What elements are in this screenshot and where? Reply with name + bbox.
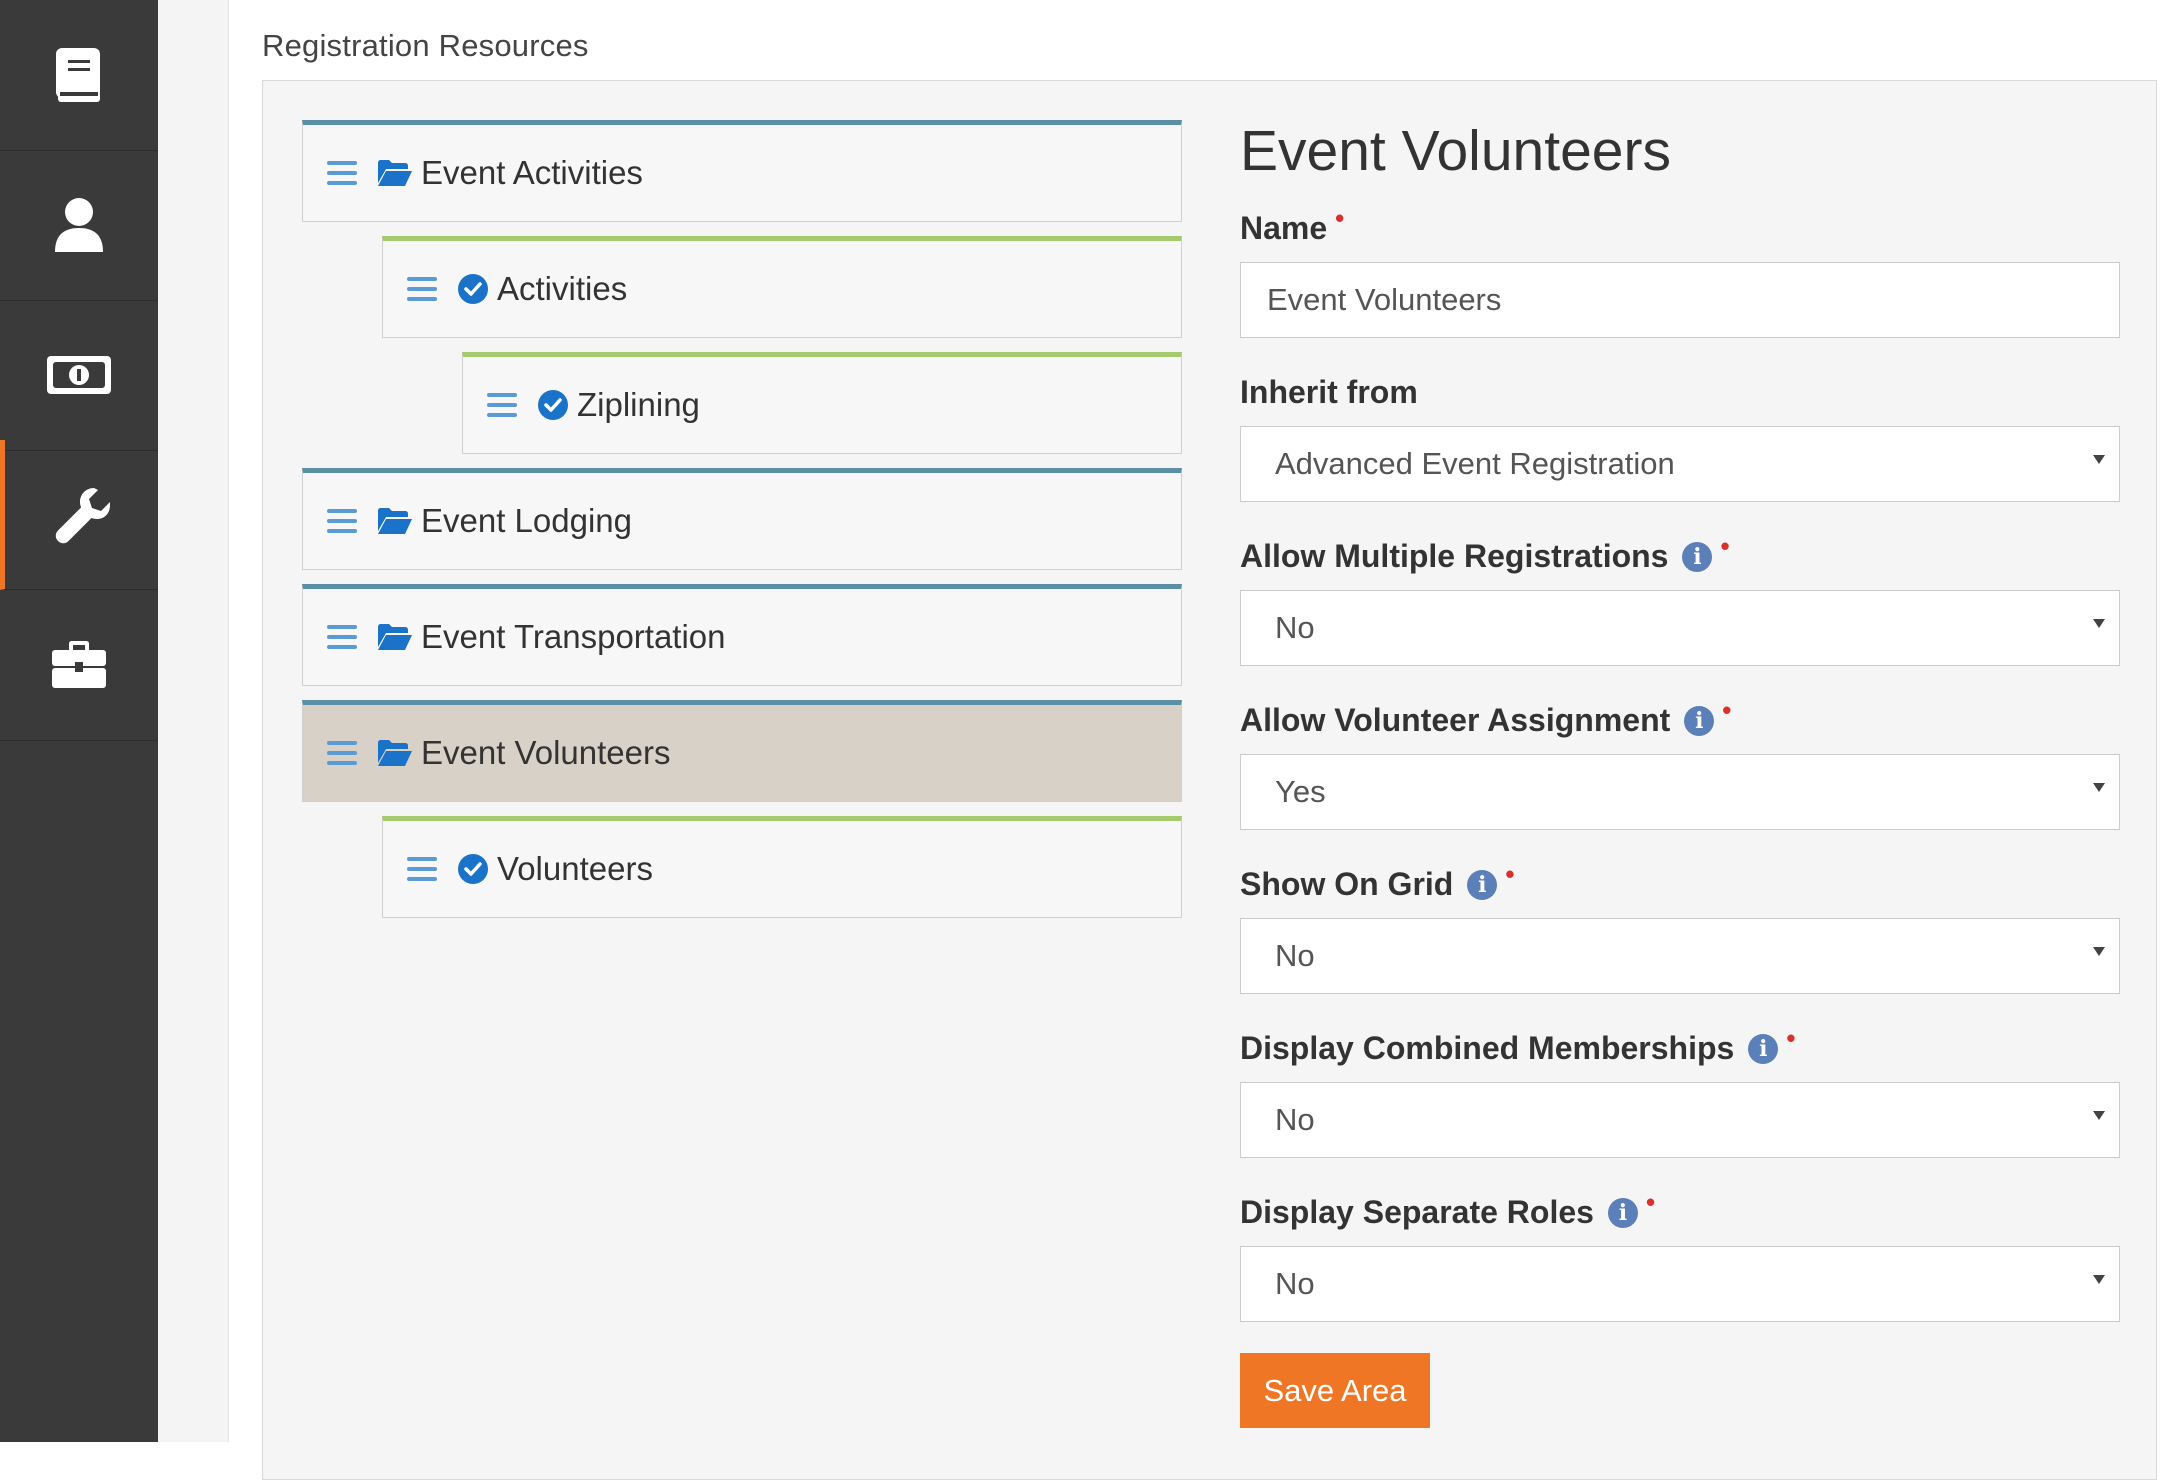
name-label: Name •: [1240, 203, 1344, 247]
tree-node-label: Event Transportation: [421, 618, 726, 655]
tree-node-ziplining[interactable]: Ziplining: [462, 352, 1182, 454]
allow-multiple-label-text: Allow Multiple Registrations: [1240, 538, 1669, 574]
check-circle-icon: [457, 273, 489, 305]
drag-handle-icon[interactable]: [407, 857, 437, 881]
drag-handle-icon[interactable]: [327, 625, 357, 649]
required-indicator: •: [1645, 1187, 1656, 1217]
sidebar-item-book[interactable]: [0, 0, 158, 151]
sidebar-item-people[interactable]: [0, 150, 158, 301]
inherit-from-value: Advanced Event Registration: [1275, 446, 1675, 481]
section-title: Registration Resources: [262, 28, 589, 63]
combined-memberships-label-text: Display Combined Memberships: [1240, 1030, 1735, 1066]
caret-down-icon: [2093, 455, 2105, 464]
required-indicator: •: [1722, 695, 1732, 725]
folder-open-icon: [377, 739, 413, 767]
info-icon[interactable]: i: [1684, 705, 1715, 736]
allow-multiple-value: No: [1275, 610, 1315, 645]
form-title: Event Volunteers: [1240, 119, 1671, 183]
caret-down-icon: [2093, 947, 2105, 956]
check-circle-icon: [537, 389, 569, 421]
sidebar-item-jobs[interactable]: [0, 590, 158, 741]
info-icon[interactable]: i: [1682, 541, 1713, 572]
tree-node-label: Ziplining: [577, 386, 700, 423]
tree-node-label: Activities: [497, 270, 628, 307]
folder-open-icon: [377, 159, 413, 187]
tree-node-label: Event Activities: [421, 154, 643, 191]
wrench-icon: [55, 487, 110, 543]
folder-open-icon: [377, 507, 413, 535]
drag-handle-icon[interactable]: [327, 161, 357, 185]
inherit-from-label: Inherit from: [1240, 374, 1418, 411]
tree-node-label: Volunteers: [497, 850, 653, 887]
caret-down-icon: [2093, 783, 2105, 792]
tree-node-activities[interactable]: Activities: [382, 236, 1182, 338]
inherit-from-label-text: Inherit from: [1240, 374, 1418, 410]
separate-roles-label: Display Separate Roles i •: [1240, 1187, 1655, 1231]
allow-multiple-label: Allow Multiple Registrations i •: [1240, 531, 1730, 575]
allow-volunteer-value: Yes: [1275, 774, 1326, 809]
tree-node-label: Event Lodging: [421, 502, 633, 539]
show-on-grid-value: No: [1275, 938, 1315, 973]
content-gutter: [158, 0, 229, 1442]
app-sidebar: [0, 0, 158, 1442]
show-on-grid-select[interactable]: No: [1240, 918, 2120, 994]
check-circle-icon: [457, 853, 489, 885]
info-icon[interactable]: i: [1467, 869, 1498, 900]
allow-volunteer-label: Allow Volunteer Assignment i •: [1240, 695, 1731, 739]
allow-volunteer-label-text: Allow Volunteer Assignment: [1240, 702, 1671, 738]
sidebar-item-admin-tools[interactable]: [0, 440, 158, 590]
folder-open-icon: [377, 623, 413, 651]
separate-roles-label-text: Display Separate Roles: [1240, 1194, 1594, 1230]
name-label-text: Name: [1240, 210, 1328, 246]
show-on-grid-label: Show On Grid i •: [1240, 859, 1514, 903]
save-area-button[interactable]: Save Area: [1240, 1353, 1430, 1428]
required-indicator: •: [1335, 203, 1345, 233]
tree-node-event-lodging[interactable]: Event Lodging: [302, 468, 1182, 570]
drag-handle-icon[interactable]: [487, 393, 517, 417]
separate-roles-value: No: [1275, 1266, 1315, 1301]
allow-volunteer-select[interactable]: Yes: [1240, 754, 2120, 830]
show-on-grid-label-text: Show On Grid: [1240, 866, 1454, 902]
tree-node-event-volunteers[interactable]: Event Volunteers: [302, 700, 1182, 802]
combined-memberships-label: Display Combined Memberships i •: [1240, 1023, 1795, 1067]
inherit-from-select[interactable]: Advanced Event Registration: [1240, 426, 2120, 502]
info-icon[interactable]: i: [1748, 1033, 1779, 1064]
separate-roles-select[interactable]: No: [1240, 1246, 2120, 1322]
tree-node-event-transportation[interactable]: Event Transportation: [302, 584, 1182, 686]
caret-down-icon: [2093, 1111, 2105, 1120]
person-icon: [55, 198, 103, 252]
combined-memberships-select[interactable]: No: [1240, 1082, 2120, 1158]
money-icon: [47, 356, 111, 394]
info-icon[interactable]: i: [1607, 1197, 1638, 1228]
caret-down-icon: [2093, 1275, 2105, 1284]
combined-memberships-value: No: [1275, 1102, 1315, 1137]
briefcase-icon: [52, 641, 106, 688]
required-indicator: •: [1505, 859, 1515, 889]
drag-handle-icon[interactable]: [407, 277, 437, 301]
tree-node-event-activities[interactable]: Event Activities: [302, 120, 1182, 222]
caret-down-icon: [2093, 619, 2105, 628]
drag-handle-icon[interactable]: [327, 741, 357, 765]
allow-multiple-select[interactable]: No: [1240, 590, 2120, 666]
required-indicator: •: [1786, 1023, 1796, 1053]
tree-node-label: Event Volunteers: [421, 734, 671, 771]
name-input[interactable]: Event Volunteers: [1240, 262, 2120, 338]
drag-handle-icon[interactable]: [327, 509, 357, 533]
tree-node-volunteers[interactable]: Volunteers: [382, 816, 1182, 918]
sidebar-item-finance[interactable]: [0, 300, 158, 451]
required-indicator: •: [1720, 531, 1730, 561]
book-icon: [56, 48, 100, 102]
